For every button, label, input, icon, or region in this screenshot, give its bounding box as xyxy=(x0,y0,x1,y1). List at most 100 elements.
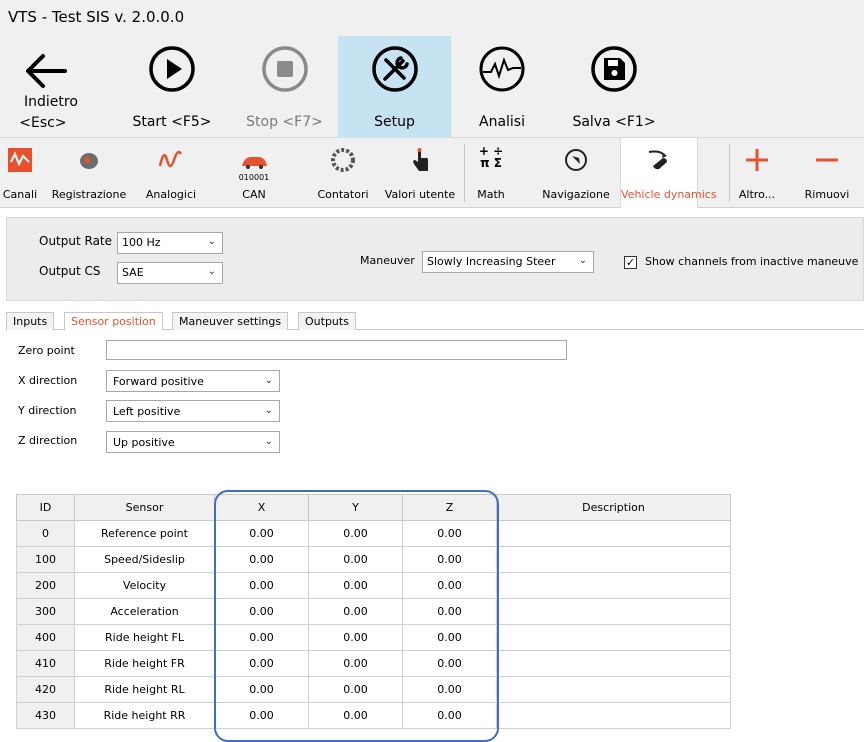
z-direction-select[interactable]: Up positive ⌄ xyxy=(106,431,280,453)
zero-point-input[interactable] xyxy=(106,340,567,360)
column-header-sensor[interactable]: Sensor xyxy=(74,494,215,521)
output-rate-select[interactable]: 100 Hz ⌄ xyxy=(117,232,223,254)
tab-maneuver-settings[interactable]: Maneuver settings xyxy=(172,312,289,330)
z-direction-label: Z direction xyxy=(18,434,78,447)
window-title: VTS - Test SIS v. 2.0.0.0 xyxy=(8,8,185,26)
cell-sensor: Velocity xyxy=(74,572,215,599)
x-direction-select[interactable]: Forward positive ⌄ xyxy=(106,370,280,392)
cell-sensor: Reference point xyxy=(74,520,215,547)
cell-sensor: Speed/Sideslip xyxy=(74,546,215,573)
minus-icon xyxy=(816,158,838,162)
y-direction-value: Left positive xyxy=(113,405,181,418)
y-direction-select[interactable]: Left positive ⌄ xyxy=(106,400,280,422)
compass-icon xyxy=(565,149,587,171)
navigazione-label: Navigazione xyxy=(542,188,610,201)
canali-button[interactable]: Canali xyxy=(0,138,40,208)
canali-label: Canali xyxy=(2,188,38,201)
valori-utente-button[interactable]: Valori utente xyxy=(378,138,462,208)
vehicle-dynamics-icon xyxy=(648,150,667,170)
math-button[interactable]: + ÷ π Σ Math xyxy=(466,138,516,208)
cell-id: 300 xyxy=(16,598,75,625)
cell-id: 0 xyxy=(16,520,75,547)
chevron-down-icon: ⌄ xyxy=(264,375,273,386)
cell-description[interactable] xyxy=(496,572,731,599)
y-direction-label: Y direction xyxy=(18,404,77,417)
counter-wheel-icon xyxy=(331,148,355,172)
output-cs-label: Output CS xyxy=(39,264,101,278)
cell-sensor: Ride height FL xyxy=(74,624,215,651)
vehicle-dynamics-button[interactable]: Vehicle dynamics xyxy=(620,138,717,208)
output-cs-select[interactable]: SAE ⌄ xyxy=(117,262,223,284)
chevron-down-icon: ⌄ xyxy=(207,236,216,247)
analisi-label: Analisi xyxy=(479,114,525,130)
car-icon xyxy=(242,157,267,169)
altro-label: Altro... xyxy=(738,188,776,201)
ribbon-separator xyxy=(464,144,465,202)
registrazione-button[interactable]: Registrazione xyxy=(44,138,134,208)
navigazione-button[interactable]: Navigazione xyxy=(534,138,618,208)
output-rate-value: 100 Hz xyxy=(122,236,161,249)
channels-icon xyxy=(8,148,32,172)
cell-sensor: Ride height FR xyxy=(74,650,215,677)
output-rate-label: Output Rate xyxy=(39,234,113,248)
cell-description[interactable] xyxy=(496,702,731,729)
maneuver-select[interactable]: Slowly Increasing Steer ⌄ xyxy=(422,251,594,273)
cell-id: 400 xyxy=(16,624,75,651)
chevron-down-icon: ⌄ xyxy=(578,255,587,266)
math-icon: + ÷ π Σ xyxy=(478,144,504,170)
analisi-button[interactable]: Analisi xyxy=(452,36,552,138)
start-button[interactable]: Start <F5> xyxy=(112,36,232,138)
settings-panel: Output Rate 100 Hz ⌄ Output CS SAE ⌄ Man… xyxy=(6,217,864,301)
tab-strip: Inputs Sensor position Maneuver settings… xyxy=(6,312,864,331)
stop-label: Stop <F7> xyxy=(246,114,323,130)
record-icon xyxy=(80,153,98,169)
tab-outputs[interactable]: Outputs xyxy=(298,312,356,330)
can-label: CAN xyxy=(242,188,266,201)
plus-icon xyxy=(746,149,768,171)
stop-icon xyxy=(261,46,308,92)
analysis-icon xyxy=(479,46,525,92)
x-direction-label: X direction xyxy=(18,374,78,387)
analogici-button[interactable]: Analogici xyxy=(136,138,206,208)
cell-sensor: Ride height RR xyxy=(74,702,215,729)
column-header-description[interactable]: Description xyxy=(496,494,731,521)
tab-inputs[interactable]: Inputs xyxy=(6,312,55,330)
tab-sensor-position[interactable]: Sensor position xyxy=(64,312,163,331)
salva-button[interactable]: Salva <F1> xyxy=(558,36,670,138)
cell-description[interactable] xyxy=(496,546,731,573)
contatori-label: Contatori xyxy=(317,188,369,201)
hand-pointer-icon xyxy=(413,148,428,171)
cell-description[interactable] xyxy=(496,520,731,547)
registrazione-label: Registrazione xyxy=(51,188,127,201)
cell-id: 410 xyxy=(16,650,75,677)
cell-id: 100 xyxy=(16,546,75,573)
floppy-disk-icon xyxy=(591,46,637,92)
rimuovi-button[interactable]: Rimuovi xyxy=(790,138,864,208)
zero-point-label: Zero point xyxy=(18,344,75,357)
chevron-down-icon: ⌄ xyxy=(264,405,273,416)
altro-button[interactable]: Altro... xyxy=(732,138,782,208)
cell-description[interactable] xyxy=(496,650,731,677)
stop-button[interactable]: Stop <F7> xyxy=(232,36,337,138)
x-direction-value: Forward positive xyxy=(113,375,204,388)
cell-description[interactable] xyxy=(496,624,731,651)
back-label: Indietro xyxy=(24,94,78,110)
setup-button[interactable]: Setup xyxy=(338,36,451,138)
output-cs-value: SAE xyxy=(122,266,144,279)
cell-description[interactable] xyxy=(496,676,731,703)
show-inactive-label: Show channels from inactive maneuve xyxy=(645,255,859,268)
back-button[interactable]: Indietro <Esc> xyxy=(0,36,110,138)
analog-wave-icon xyxy=(158,150,183,168)
show-inactive-checkbox[interactable]: ✓ xyxy=(624,256,637,269)
cell-id: 430 xyxy=(16,702,75,729)
cell-sensor: Acceleration xyxy=(74,598,215,625)
xyz-highlight-outline xyxy=(214,490,499,742)
play-icon xyxy=(149,46,195,92)
title-bar: VTS - Test SIS v. 2.0.0.0 xyxy=(0,0,864,36)
maneuver-value: Slowly Increasing Steer xyxy=(427,255,556,268)
cell-description[interactable] xyxy=(496,598,731,625)
cell-id: 420 xyxy=(16,676,75,703)
can-button[interactable]: 010001 CAN xyxy=(214,138,294,208)
contatori-button[interactable]: Contatori xyxy=(310,138,376,208)
column-header-id[interactable]: ID xyxy=(16,494,75,521)
